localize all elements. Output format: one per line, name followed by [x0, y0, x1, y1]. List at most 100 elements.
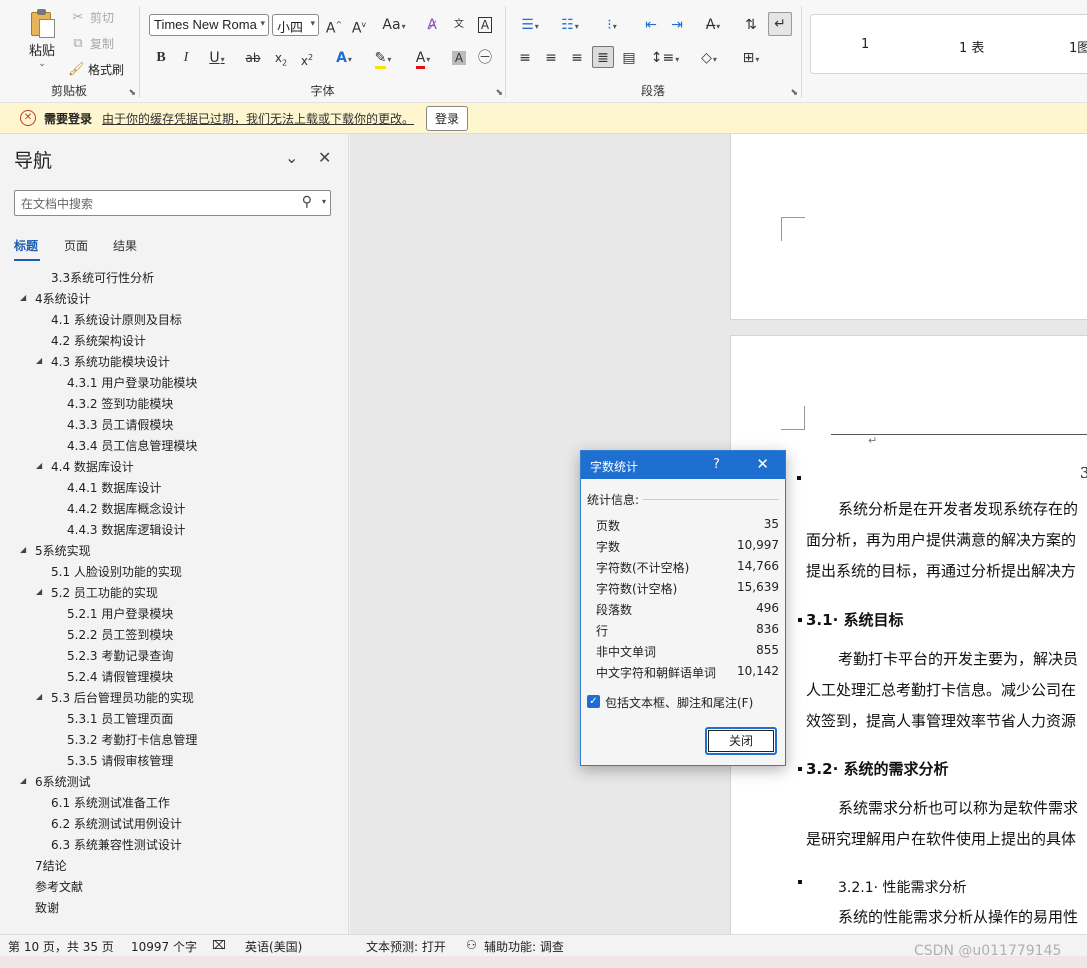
distributed-icon[interactable]: ▤	[618, 47, 640, 69]
outline-item[interactable]: 4.3 系统功能模块设计	[51, 353, 170, 370]
multilevel-list-icon[interactable]: ⁝▾	[594, 14, 630, 36]
clear-format-icon[interactable]: A̷	[421, 14, 443, 36]
shrink-font-icon[interactable]: Av	[348, 14, 370, 37]
document-page[interactable]	[730, 134, 1087, 320]
collapse-triangle-icon[interactable]: ◢	[36, 692, 42, 701]
borders-icon[interactable]: ⊞▾	[734, 47, 768, 69]
language[interactable]: 英语(美国)	[245, 938, 302, 955]
superscript-icon[interactable]: x2	[296, 47, 318, 69]
tab-headings[interactable]: 标题	[14, 237, 38, 254]
search-icon[interactable]: ⚲	[302, 194, 312, 210]
outline-item[interactable]: 致谢	[35, 899, 59, 916]
collapse-triangle-icon[interactable]: ◢	[20, 545, 26, 554]
tab-pages[interactable]: 页面	[64, 237, 88, 254]
styles-gallery[interactable]: 1 1 表 1图	[810, 14, 1087, 74]
text-prediction[interactable]: 文本预测: 打开	[366, 938, 446, 955]
outline-item[interactable]: 5.2.4 请假管理模块	[67, 668, 173, 685]
collapse-triangle-icon[interactable]: ◢	[36, 356, 42, 365]
accessibility-icon[interactable]: ⚇	[466, 938, 477, 952]
copy-button[interactable]: ⧉ 复制	[70, 35, 114, 52]
page-count[interactable]: 第 10 页，共 35 页	[8, 938, 114, 955]
strikethrough-icon[interactable]: ab	[242, 47, 264, 69]
help-icon[interactable]: ?	[713, 457, 720, 472]
line-spacing-icon[interactable]: ↕≡▾	[648, 47, 682, 69]
outline-item[interactable]: 5.3.2 考勤打卡信息管理	[67, 731, 197, 748]
italic-icon[interactable]: I	[175, 47, 197, 69]
chevron-down-icon[interactable]: ⌄	[285, 148, 298, 167]
chinese-layout-icon[interactable]: A̶▾	[696, 14, 730, 36]
outline-item[interactable]: 6.1 系统测试准备工作	[51, 794, 170, 811]
outline-item[interactable]: 5.3 后台管理员功能的实现	[51, 689, 194, 706]
change-case-button[interactable]: Aa▾	[378, 14, 410, 36]
outline-item[interactable]: 4.3.3 员工请假模块	[67, 416, 173, 433]
include-textboxes-label[interactable]: 包括文本框、脚注和尾注(F)	[605, 694, 753, 711]
bold-icon[interactable]: B	[150, 47, 172, 69]
clipboard-launcher-icon[interactable]: ⬊	[128, 88, 136, 98]
outline-item[interactable]: 参考文献	[35, 878, 83, 895]
outline-item[interactable]: 4系统设计	[35, 290, 91, 307]
outline-item[interactable]: 4.4.2 数据库概念设计	[67, 500, 185, 517]
word-count[interactable]: 10997 个字	[131, 938, 197, 955]
outline-item[interactable]: 7结论	[35, 857, 67, 874]
outline-item[interactable]: 5.2 员工功能的实现	[51, 584, 158, 601]
collapse-triangle-icon[interactable]: ◢	[36, 587, 42, 596]
shading-icon[interactable]: ◇▾	[692, 47, 726, 69]
style-item[interactable]: 1 表	[959, 37, 984, 56]
increase-indent-icon[interactable]: ⇥	[666, 14, 688, 36]
collapse-triangle-icon[interactable]: ◢	[36, 461, 42, 470]
justify-icon[interactable]: ≣	[592, 46, 614, 68]
tab-results[interactable]: 结果	[113, 237, 137, 254]
nav-search-input[interactable]: 在文档中搜索 ⚲ ▾	[14, 190, 331, 216]
grow-font-icon[interactable]: A^	[323, 14, 345, 37]
font-name-combo[interactable]: Times New Roma ▾	[149, 14, 269, 36]
align-left-icon[interactable]: ≡	[514, 47, 536, 69]
cut-button[interactable]: ✂ 剪切	[70, 9, 114, 26]
outline-item[interactable]: 5.1 人脸设别功能的实现	[51, 563, 182, 580]
underline-icon[interactable]: U▾	[200, 47, 234, 69]
close-icon[interactable]: ✕	[318, 148, 331, 167]
style-item[interactable]: 1	[861, 37, 869, 52]
collapse-triangle-icon[interactable]: ◢	[20, 776, 26, 785]
outline-item[interactable]: 5.3.5 请假审核管理	[67, 752, 173, 769]
outline-item[interactable]: 4.1 系统设计原则及目标	[51, 311, 182, 328]
phonetic-guide-icon[interactable]: 文	[448, 14, 470, 36]
close-icon[interactable]: ✕	[756, 455, 769, 473]
outline-item[interactable]: 4.3.2 签到功能模块	[67, 395, 173, 412]
outline-item[interactable]: 4.3.4 员工信息管理模块	[67, 437, 197, 454]
format-painter-button[interactable]: 🖌 格式刷	[68, 61, 124, 78]
font-launcher-icon[interactable]: ⬊	[495, 88, 503, 98]
chevron-down-icon[interactable]: ▾	[322, 197, 326, 206]
outline-item[interactable]: 6系统测试	[35, 773, 91, 790]
outline-item[interactable]: 4.4.1 数据库设计	[67, 479, 161, 496]
subscript-icon[interactable]: x2	[270, 47, 292, 69]
message-text-link[interactable]: 由于你的缓存凭据已过期，我们无法上载或下载你的更改。	[102, 110, 414, 127]
paste-button[interactable]: 粘贴 ⌄	[22, 8, 62, 70]
outline-item[interactable]: 4.3.1 用户登录功能模块	[67, 374, 197, 391]
include-textboxes-checkbox[interactable]: ✓	[587, 695, 600, 708]
outline-item[interactable]: 4.2 系统架构设计	[51, 332, 146, 349]
outline-item[interactable]: 4.4.3 数据库逻辑设计	[67, 521, 185, 538]
font-size-combo[interactable]: 小四 ▾	[272, 14, 319, 36]
outline-item[interactable]: 5.2.2 员工签到模块	[67, 626, 173, 643]
font-color-icon[interactable]: A▾	[406, 47, 440, 69]
decrease-indent-icon[interactable]: ⇤	[640, 14, 662, 36]
collapse-triangle-icon[interactable]: ◢	[20, 293, 26, 302]
character-border-icon[interactable]: A	[474, 14, 496, 36]
outline-item[interactable]: 6.3 系统兼容性测试设计	[51, 836, 182, 853]
dialog-titlebar[interactable]: 字数统计 ? ✕	[581, 451, 785, 479]
align-center-icon[interactable]: ≡	[540, 47, 562, 69]
outline-item[interactable]: 3.3系统可行性分析	[51, 269, 154, 286]
sort-icon[interactable]: ⇅	[740, 14, 762, 36]
outline-item[interactable]: 6.2 系统测试试用例设计	[51, 815, 182, 832]
outline-item[interactable]: 5.2.1 用户登录模块	[67, 605, 173, 622]
text-effects-icon[interactable]: A▾	[328, 47, 360, 69]
bullets-icon[interactable]: ☰▾	[512, 14, 548, 36]
numbering-icon[interactable]: ☷▾	[552, 14, 588, 36]
proofing-icon[interactable]: ⌧	[212, 938, 226, 952]
sign-in-button[interactable]: 登录	[426, 105, 469, 131]
enclose-character-icon[interactable]: ㊀	[474, 47, 496, 69]
close-button[interactable]: 关闭	[705, 727, 777, 755]
outline-item[interactable]: 5系统实现	[35, 542, 91, 559]
show-marks-icon[interactable]: ↵	[768, 12, 792, 36]
paragraph-launcher-icon[interactable]: ⬊	[790, 88, 798, 98]
